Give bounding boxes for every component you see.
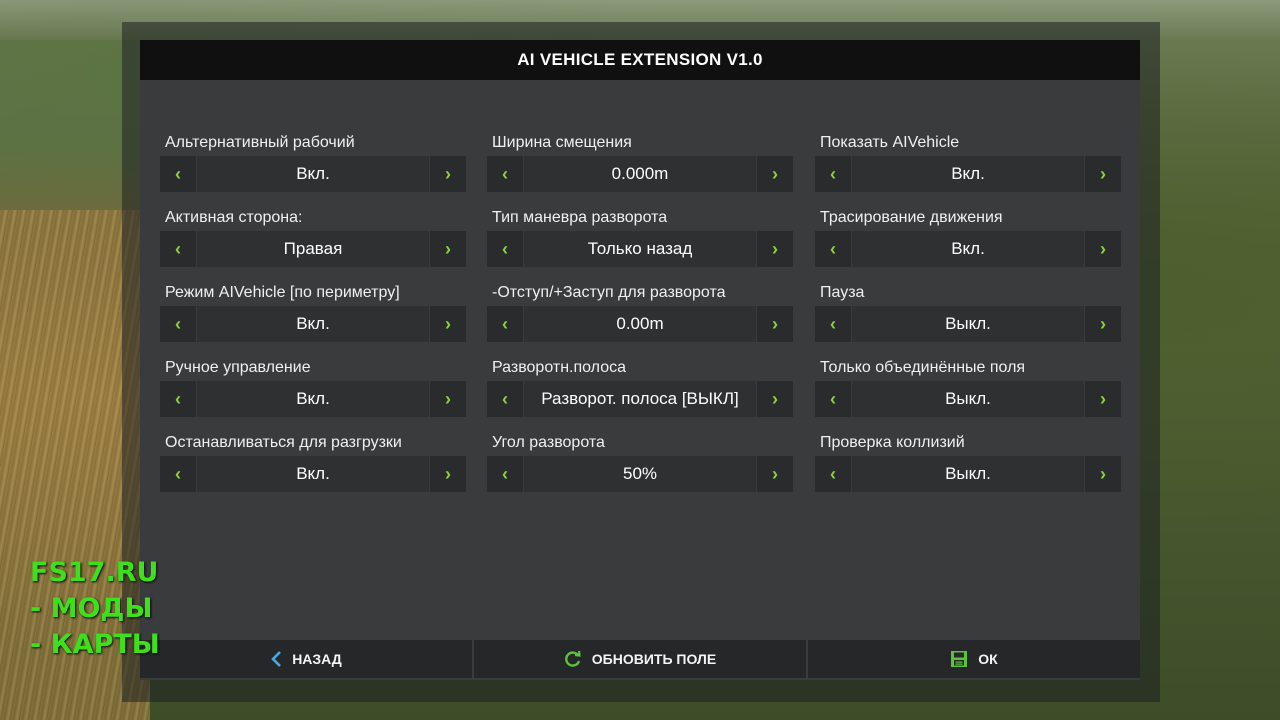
back-button-label: НАЗАД: [292, 651, 342, 667]
watermark-line: - МОДЫ: [30, 593, 153, 624]
setting-selector: ‹ 0.00m ›: [487, 306, 793, 342]
setting-label: Угол разворота: [492, 434, 605, 451]
chevron-left-icon[interactable]: ‹: [487, 456, 523, 492]
setting-selector: ‹ Только назад ›: [487, 231, 793, 267]
setting-value: Вкл.: [196, 456, 430, 492]
setting-value: Правая: [196, 231, 430, 267]
chevron-right-icon[interactable]: ›: [430, 156, 466, 192]
setting-value: 50%: [523, 456, 757, 492]
setting-selector: ‹ 0.000m ›: [487, 156, 793, 192]
setting-label: Только объединённые поля: [820, 359, 1026, 376]
setting-value: Вкл.: [196, 156, 430, 192]
setting-selector: ‹ Вкл. ›: [160, 306, 466, 342]
setting-label: Трасирование движения: [820, 209, 1003, 226]
chevron-right-icon[interactable]: ›: [1085, 231, 1121, 267]
chevron-right-icon[interactable]: ›: [430, 456, 466, 492]
chevron-right-icon[interactable]: ›: [1085, 306, 1121, 342]
setting-value: Выкл.: [851, 381, 1085, 417]
chevron-left-icon[interactable]: ‹: [815, 381, 851, 417]
refresh-field-button[interactable]: ОБНОВИТЬ ПОЛЕ: [472, 640, 806, 678]
setting-selector: ‹ Правая ›: [160, 231, 466, 267]
setting-label: Активная сторона:: [165, 209, 303, 226]
chevron-left-icon[interactable]: ‹: [160, 456, 196, 492]
chevron-right-icon[interactable]: ›: [757, 231, 793, 267]
setting-value: Выкл.: [851, 306, 1085, 342]
setting-label: Ручное управление: [165, 359, 311, 376]
chevron-left-icon[interactable]: ‹: [160, 306, 196, 342]
setting-value: Только назад: [523, 231, 757, 267]
chevron-right-icon[interactable]: ›: [757, 456, 793, 492]
save-icon: [950, 650, 968, 668]
setting-value: 0.000m: [523, 156, 757, 192]
chevron-left-icon[interactable]: ‹: [815, 306, 851, 342]
chevron-left-icon[interactable]: ‹: [815, 231, 851, 267]
setting-selector: ‹ 50% ›: [487, 456, 793, 492]
chevron-left-icon[interactable]: ‹: [160, 156, 196, 192]
setting-label: Разворотн.полоса: [492, 359, 626, 376]
setting-selector: ‹ Вкл. ›: [160, 156, 466, 192]
setting-selector: ‹ Выкл. ›: [815, 381, 1121, 417]
chevron-left-icon[interactable]: ‹: [487, 156, 523, 192]
chevron-right-icon[interactable]: ›: [757, 306, 793, 342]
chevron-right-icon[interactable]: ›: [430, 381, 466, 417]
setting-label: Ширина смещения: [492, 134, 632, 151]
setting-value: Выкл.: [851, 456, 1085, 492]
setting-label: Тип маневра разворота: [492, 209, 668, 226]
chevron-left-icon[interactable]: ‹: [160, 231, 196, 267]
setting-label: Альтернативный рабочий: [165, 134, 355, 151]
setting-selector: ‹ Разворот. полоса [ВЫКЛ] ›: [487, 381, 793, 417]
chevron-left-icon[interactable]: ‹: [487, 231, 523, 267]
setting-label: -Отступ/+Заступ для разворота: [492, 284, 726, 301]
dialog-footer: НАЗАД ОБНОВИТЬ ПОЛЕ ОК: [140, 640, 1140, 678]
chevron-right-icon[interactable]: ›: [757, 381, 793, 417]
chevron-left-icon: [270, 650, 282, 668]
setting-selector: ‹ Вкл. ›: [815, 231, 1121, 267]
refresh-icon: [564, 650, 582, 668]
chevron-left-icon[interactable]: ‹: [160, 381, 196, 417]
back-button[interactable]: НАЗАД: [140, 640, 472, 678]
chevron-right-icon[interactable]: ›: [1085, 381, 1121, 417]
watermark-line: FS17.RU: [30, 557, 159, 588]
chevron-right-icon[interactable]: ›: [1085, 156, 1121, 192]
site-watermark: FS17.RU - МОДЫ - КАРТЫ: [30, 555, 160, 663]
setting-selector: ‹ Вкл. ›: [815, 156, 1121, 192]
ok-button[interactable]: ОК: [806, 640, 1140, 678]
setting-selector: ‹ Вкл. ›: [160, 456, 466, 492]
setting-value: Вкл.: [196, 306, 430, 342]
setting-label: Показать AIVehicle: [820, 134, 960, 151]
chevron-right-icon[interactable]: ›: [1085, 456, 1121, 492]
chevron-left-icon[interactable]: ‹: [815, 456, 851, 492]
setting-value: Вкл.: [851, 156, 1085, 192]
setting-value: Вкл.: [196, 381, 430, 417]
setting-selector: ‹ Выкл. ›: [815, 456, 1121, 492]
chevron-left-icon[interactable]: ‹: [487, 306, 523, 342]
watermark-line: - КАРТЫ: [30, 629, 160, 660]
chevron-left-icon[interactable]: ‹: [487, 381, 523, 417]
setting-label: Режим AIVehicle [по периметру]: [165, 284, 400, 301]
settings-dialog: AI VEHICLE EXTENSION V1.0 Альтернативный…: [140, 40, 1140, 680]
setting-selector: ‹ Выкл. ›: [815, 306, 1121, 342]
setting-value: Вкл.: [851, 231, 1085, 267]
setting-label: Пауза: [820, 284, 865, 301]
chevron-right-icon[interactable]: ›: [757, 156, 793, 192]
chevron-left-icon[interactable]: ‹: [815, 156, 851, 192]
dialog-title: AI VEHICLE EXTENSION V1.0: [140, 40, 1140, 80]
refresh-field-button-label: ОБНОВИТЬ ПОЛЕ: [591, 651, 717, 667]
setting-label: Проверка коллизий: [820, 434, 965, 451]
chevron-right-icon[interactable]: ›: [430, 306, 466, 342]
setting-value: 0.00m: [523, 306, 757, 342]
ok-button-label: ОК: [978, 651, 998, 667]
setting-selector: ‹ Вкл. ›: [160, 381, 466, 417]
chevron-right-icon[interactable]: ›: [430, 231, 466, 267]
setting-label: Останавливаться для разгрузки: [165, 434, 402, 451]
setting-value: Разворот. полоса [ВЫКЛ]: [523, 381, 757, 417]
